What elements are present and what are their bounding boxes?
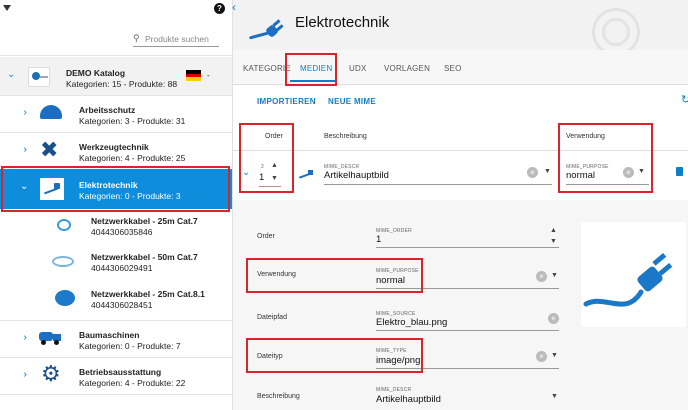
new-mime-button[interactable]: NEUE MIME xyxy=(328,97,376,106)
loading-indicator xyxy=(592,8,640,56)
detail-panel: ‹ Elektrotechnik KATEGORIE MEDIEN UDX VO… xyxy=(232,0,688,410)
clear-icon[interactable]: × xyxy=(527,167,538,178)
help-icon[interactable]: ? xyxy=(214,3,225,14)
product-title: Netzwerkkabel - 50m Cat.7 xyxy=(91,252,198,262)
product-row[interactable]: Netzwerkkabel - 25m Cat.7 4044306035846 xyxy=(0,212,232,242)
chevron-right-icon[interactable]: ⌄ xyxy=(19,108,30,116)
search-icon: ⚲ xyxy=(133,33,140,43)
search-placeholder: Produkte suchen xyxy=(145,34,209,44)
detail-label-order: Order xyxy=(257,233,275,240)
plug-image xyxy=(583,252,673,307)
category-title: Arbeitsschutz xyxy=(79,105,136,115)
category-subtitle: Kategorien: 3 - Produkte: 31 xyxy=(79,116,186,126)
category-title: Betriebsausstattung xyxy=(79,367,162,377)
dropdown-caret-icon[interactable]: ▼ xyxy=(551,393,558,400)
product-ean: 4044306029491 xyxy=(91,263,153,273)
stepper-up-icon[interactable]: ▲ xyxy=(550,227,557,234)
divider xyxy=(0,55,232,56)
detail-tiny-order: MIME_ORDER xyxy=(376,228,412,234)
cable-icon xyxy=(55,290,75,306)
chevron-right-icon[interactable]: ⌄ xyxy=(19,370,30,378)
highlight-box xyxy=(246,258,423,293)
cable-icon xyxy=(57,219,71,231)
category-row[interactable]: ⌄ ✖ Werkzeugtechnik Kategorien: 4 - Prod… xyxy=(0,133,232,169)
detail-section: Order MIME_ORDER 1 ▲ ▼ Verwendung MIME_P… xyxy=(233,200,688,410)
import-button[interactable]: IMPORTIEREN xyxy=(257,97,316,106)
product-search-input[interactable]: ⚲ Produkte suchen xyxy=(133,33,219,47)
german-flag-icon[interactable] xyxy=(186,70,201,81)
detail-value-filepath[interactable]: Elektro_blau.png xyxy=(376,317,447,328)
highlight-box xyxy=(558,123,653,193)
category-subtitle: Kategorien: 4 - Produkte: 25 xyxy=(79,153,186,163)
header-plug-icon xyxy=(247,10,291,44)
product-row[interactable]: Netzwerkkabel - 25m Cat.8.1 404430602845… xyxy=(0,285,232,315)
header: ‹ Elektrotechnik xyxy=(232,0,688,56)
detail-label-filepath: Dateipfad xyxy=(257,314,287,321)
cable-icon xyxy=(52,256,74,267)
tab-vorlagen[interactable]: VORLAGEN xyxy=(384,64,430,73)
description-underline xyxy=(324,184,552,185)
product-ean: 4044306035846 xyxy=(91,227,153,237)
field-underline xyxy=(376,330,559,331)
category-title: Werkzeugtechnik xyxy=(79,142,149,152)
language-selector[interactable]: - xyxy=(207,71,210,80)
clear-icon[interactable]: × xyxy=(536,271,547,282)
highlight-box xyxy=(1,166,230,212)
dropdown-caret-icon[interactable]: ▼ xyxy=(551,352,558,359)
product-row[interactable]: Netzwerkkabel - 50m Cat.7 4044306029491 xyxy=(0,248,232,278)
category-row[interactable]: ⌄ Baumaschinen Kategorien: 0 - Produkte:… xyxy=(0,321,232,357)
tab-seo[interactable]: SEO xyxy=(444,64,462,73)
divider xyxy=(0,394,232,395)
catalog-row[interactable]: ⌄ DEMO Katalog Kategorien: 15 - Produkte… xyxy=(0,57,232,95)
collapse-left-icon[interactable]: ‹ xyxy=(232,0,236,14)
category-row[interactable]: ⌄ ⚙ Betriebsausstattung Kategorien: 4 - … xyxy=(0,358,232,394)
gears-icon: ⚙ xyxy=(41,361,61,386)
image-preview xyxy=(581,222,686,327)
detail-label-description: Beschreibung xyxy=(257,393,300,400)
clear-icon[interactable]: × xyxy=(536,351,547,362)
category-subtitle: Kategorien: 0 - Produkte: 7 xyxy=(79,341,181,351)
description-field-value[interactable]: Artikelhauptbild xyxy=(324,170,389,181)
column-header-description: Beschreibung xyxy=(324,133,367,140)
tools-icon: ✖ xyxy=(40,137,59,162)
category-row[interactable]: ⌄ Arbeitsschutz Kategorien: 3 - Produkte… xyxy=(0,96,232,132)
category-subtitle: Kategorien: 4 - Produkte: 22 xyxy=(79,378,186,388)
stepper-down-icon[interactable]: ▼ xyxy=(550,238,557,245)
product-title: Netzwerkkabel - 25m Cat.7 xyxy=(91,216,198,226)
chevron-down-icon[interactable]: ⌄ xyxy=(7,69,15,80)
chevron-right-icon[interactable]: ⌄ xyxy=(19,333,30,341)
tab-udx[interactable]: UDX xyxy=(349,64,367,73)
dropdown-caret-icon[interactable]: ▼ xyxy=(551,272,558,279)
delete-icon[interactable] xyxy=(676,167,683,176)
truck-icon xyxy=(39,330,63,345)
dropdown-caret-icon[interactable]: ▼ xyxy=(544,168,551,175)
category-title: Baumaschinen xyxy=(79,330,140,340)
detail-tiny-description: MIME_DESCR xyxy=(376,387,412,393)
catalog-subtitle: Kategorien: 15 - Produkte: 88 xyxy=(66,79,178,89)
thumbnail-plug-icon xyxy=(298,167,315,181)
catalog-title: DEMO Katalog xyxy=(66,68,126,78)
category-tree-panel: ? ⚲ Produkte suchen ⌄ DEMO Katalog Kateg… xyxy=(0,0,233,410)
product-ean: 4044306028451 xyxy=(91,300,153,310)
catalog-logo xyxy=(28,67,50,87)
helmet-icon xyxy=(40,105,62,119)
clear-icon[interactable]: × xyxy=(548,313,559,324)
highlight-box xyxy=(239,123,294,193)
tab-kategorie[interactable]: KATEGORIE xyxy=(243,64,291,73)
product-title: Netzwerkkabel - 25m Cat.8.1 xyxy=(91,289,205,299)
detail-value-order[interactable]: 1 xyxy=(376,234,381,245)
highlight-box xyxy=(285,53,337,86)
filter-icon[interactable] xyxy=(3,5,11,11)
refresh-icon[interactable]: ↻ xyxy=(681,93,688,106)
field-underline xyxy=(376,247,559,248)
highlight-box xyxy=(246,338,423,373)
detail-value-description[interactable]: Artikelhauptbild xyxy=(376,394,441,405)
chevron-right-icon[interactable]: ⌄ xyxy=(19,145,30,153)
page-title: Elektrotechnik xyxy=(295,14,390,31)
